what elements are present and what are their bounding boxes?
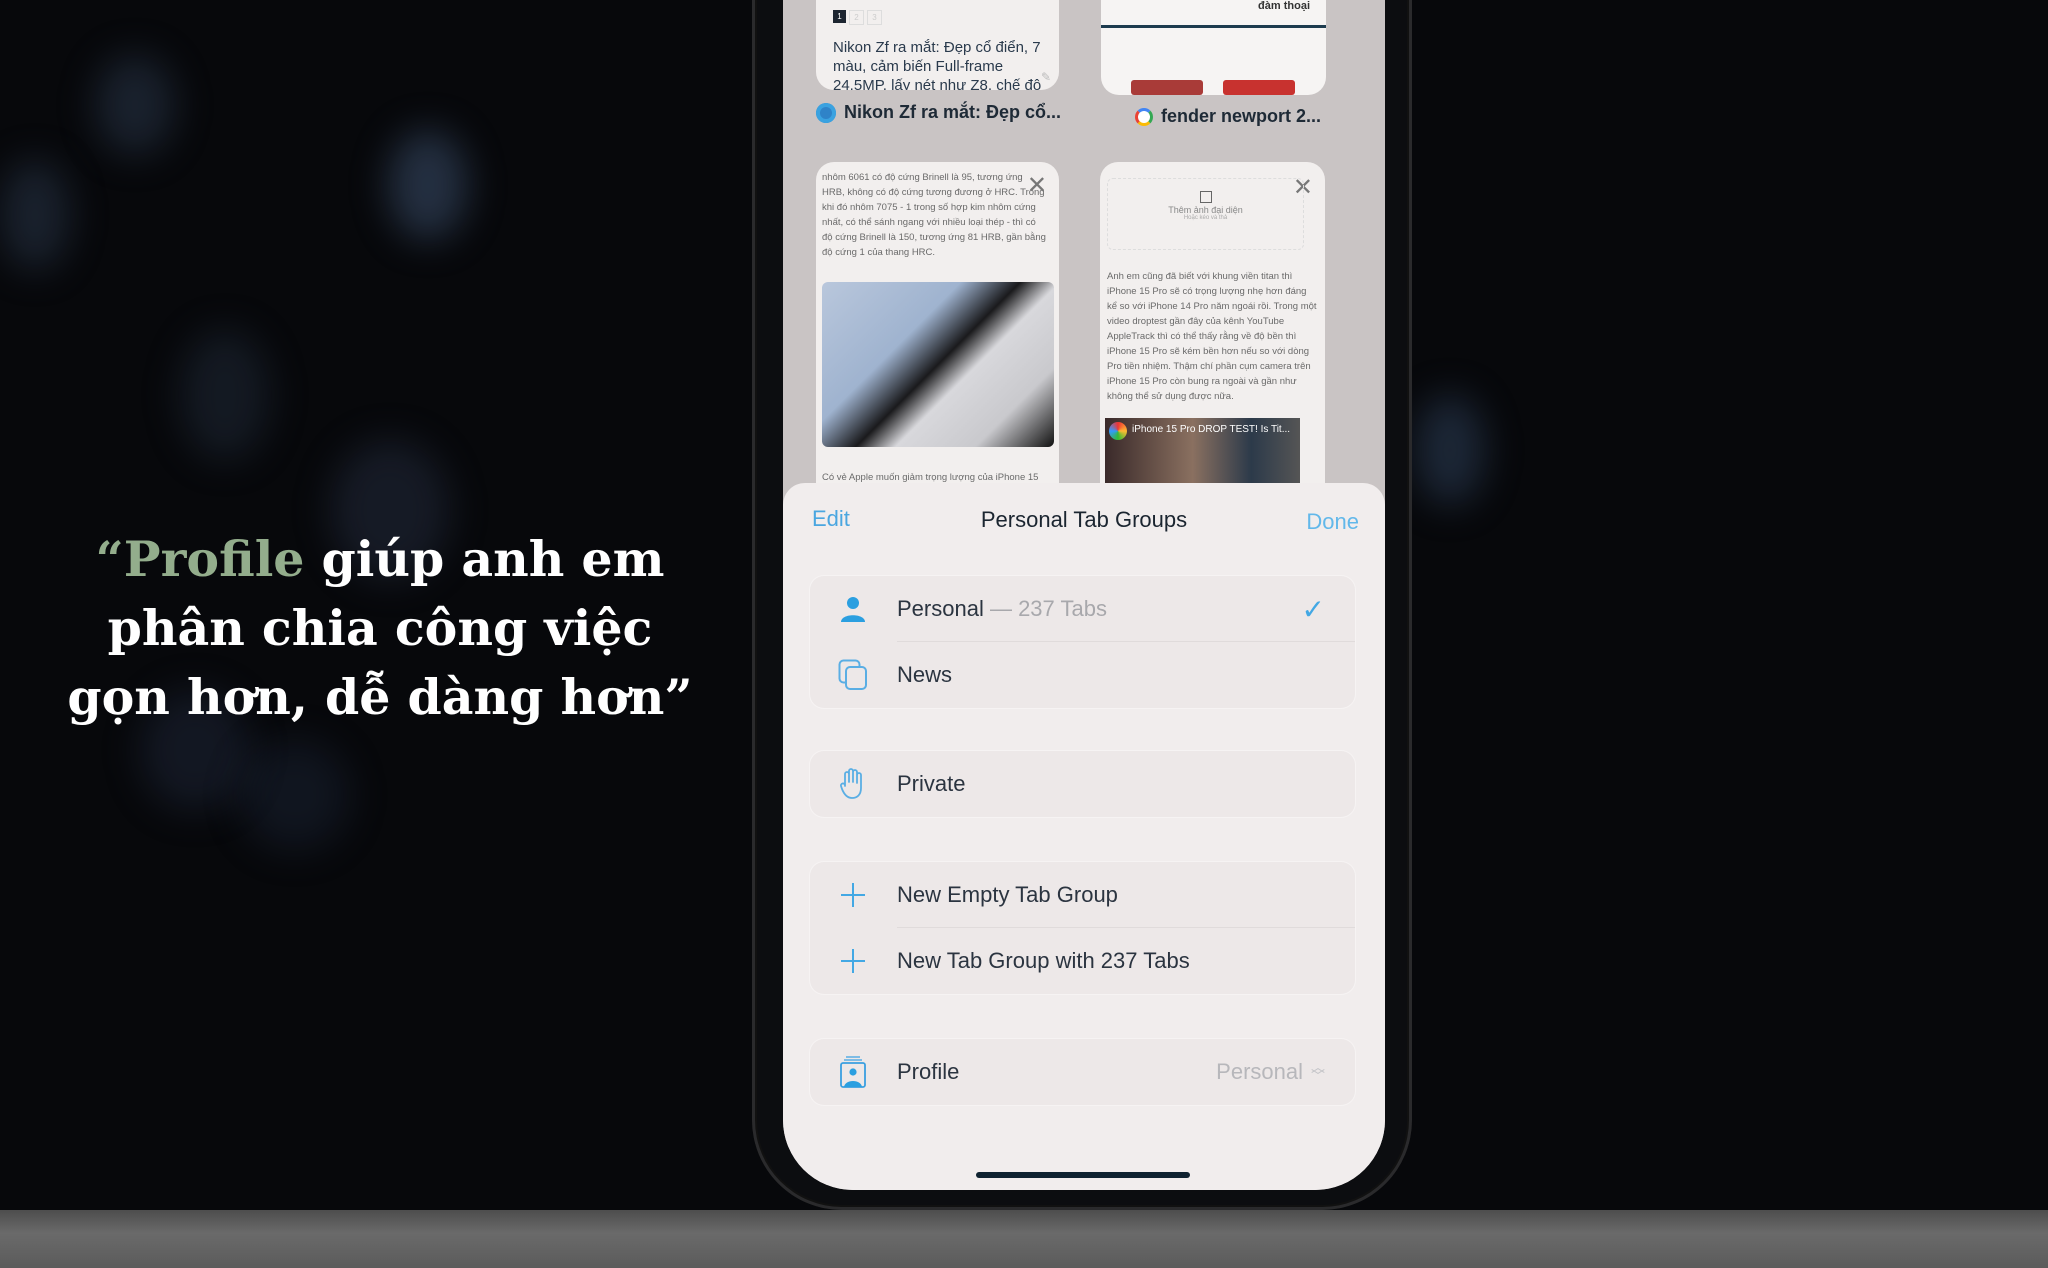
home-indicator[interactable] <box>976 1172 1190 1178</box>
tab-thumbnail-fender[interactable]: đàm thoại <box>1101 0 1326 95</box>
profile-value-text: Personal <box>1216 1059 1303 1084</box>
list-item-label: Personal — 237 Tabs <box>897 596 1107 622</box>
tab-thumbnail-nikon[interactable]: 1 2 3 Nikon Zf ra mắt: Đẹp cổ điển, 7 mà… <box>816 0 1059 90</box>
edit-icon: ✎ <box>1040 70 1051 84</box>
checkmark-icon: ✓ <box>1301 593 1325 625</box>
hand-raised-icon <box>838 768 868 799</box>
image-icon <box>1199 191 1212 203</box>
video-title: iPhone 15 Pro DROP TEST! Is Tit... <box>1132 424 1291 435</box>
list-item-label: Private <box>897 771 966 796</box>
tab-group-icon <box>838 659 868 690</box>
tab-thumbnail-article[interactable]: nhôm 6061 có độ cứng Brinell là 95, tươn… <box>816 162 1059 502</box>
page-2: 2 <box>849 10 864 25</box>
avatar-upload-area[interactable]: Thêm ảnh đại diện Hoặc kéo và thả <box>1107 178 1304 250</box>
promo-quote: “Profile giúp anh em phân chia công việc… <box>40 525 720 732</box>
tab-groups-section: Personal — 237 Tabs ✓ News <box>810 576 1355 708</box>
group-name: Personal <box>897 596 984 621</box>
quote-open-mark: “ <box>95 530 124 588</box>
tab-title-text: fender newport 2... <box>1161 106 1322 126</box>
list-item-label: News <box>897 662 953 687</box>
list-item-label: New Tab Group with 237 Tabs <box>897 948 1190 973</box>
product-image <box>1223 80 1295 95</box>
quote-line-2: phân chia công việc <box>107 599 653 657</box>
bokeh-light <box>0 160 70 270</box>
new-group-section: New Empty Tab Group New Tab Group with 2… <box>810 862 1355 994</box>
list-item-label: New Empty Tab Group <box>897 882 1118 907</box>
table-surface <box>0 1210 2048 1268</box>
quote-line-3: gọn hơn, dễ dàng hơn” <box>67 668 693 726</box>
bokeh-light <box>1415 395 1485 505</box>
tab-groups-sheet: Edit Personal Tab Groups Done Personal —… <box>783 483 1385 1190</box>
list-item-personal[interactable]: Personal — 237 Tabs ✓ <box>810 576 1355 642</box>
profile-section: Profile Personal ︿ ﹀ <box>810 1039 1355 1105</box>
close-tab-icon[interactable]: ✕ <box>1027 174 1047 198</box>
quote-line-1-rest: giúp anh em <box>304 530 665 588</box>
sheet-header: Edit Personal Tab Groups Done <box>783 483 1385 553</box>
profile-value[interactable]: Personal ︿ ﹀ <box>1216 1059 1325 1085</box>
sheet-title: Personal Tab Groups <box>980 507 1188 532</box>
iphone-photo <box>822 282 1054 447</box>
google-icon <box>1135 107 1153 126</box>
quote-accent-word: Profile <box>123 530 305 588</box>
bokeh-light <box>180 330 270 460</box>
preview-text: Anh em cũng đã biết với khung viền titan… <box>1107 271 1317 402</box>
tab-title-text: Nikon Zf ra mắt: Đẹp cổ... <box>844 102 1062 122</box>
bokeh-light <box>240 740 350 850</box>
channel-avatar <box>1109 422 1127 440</box>
heart-circle-icon <box>816 102 836 123</box>
page-3: 3 <box>867 10 882 25</box>
done-button[interactable]: Done <box>1306 509 1359 535</box>
list-item-private[interactable]: Private <box>810 751 1355 817</box>
separator <box>1101 25 1326 28</box>
tab-count: — 237 Tabs <box>983 596 1107 621</box>
avatar-placeholder: Thêm ảnh đại diện <box>1168 205 1243 215</box>
private-section: Private <box>810 751 1355 817</box>
bokeh-light <box>95 55 175 155</box>
tab-title-nikon[interactable]: Nikon Zf ra mắt: Đẹp cổ... <box>816 102 1061 123</box>
tab-thumbnail-iphone15[interactable]: ✕ Thêm ảnh đại diện Hoặc kéo và thả Anh … <box>1100 162 1325 502</box>
tab-title-fender[interactable]: fender newport 2... <box>1135 106 1321 127</box>
preview-text: nhôm 6061 có độ cứng Brinell là 95, tươn… <box>822 172 1046 258</box>
profile-icon <box>838 1056 868 1088</box>
new-tab-group-with-tabs-button[interactable]: New Tab Group with 237 Tabs <box>810 928 1355 994</box>
quote-line-1: “Profile giúp anh em <box>40 525 720 594</box>
chevron-up-down-icon: ︿ ﹀ <box>1311 1059 1325 1084</box>
plus-icon <box>838 946 868 976</box>
list-item-news[interactable]: News <box>810 642 1355 708</box>
person-icon <box>838 594 868 624</box>
list-item-label: Profile <box>897 1059 960 1084</box>
profile-selector[interactable]: Profile Personal ︿ ﹀ <box>810 1039 1355 1105</box>
preview-text: đàm thoại <box>1258 0 1310 12</box>
new-empty-tab-group-button[interactable]: New Empty Tab Group <box>810 862 1355 928</box>
pagination: 1 2 3 <box>833 10 882 25</box>
bokeh-light <box>388 130 468 240</box>
product-image <box>1131 80 1203 95</box>
preview-text: Nikon Zf ra mắt: Đẹp cổ điển, 7 màu, cảm… <box>833 39 1042 90</box>
plus-icon <box>838 880 868 910</box>
page-1: 1 <box>833 10 846 23</box>
avatar-hint: Hoặc kéo và thả <box>1183 215 1228 221</box>
